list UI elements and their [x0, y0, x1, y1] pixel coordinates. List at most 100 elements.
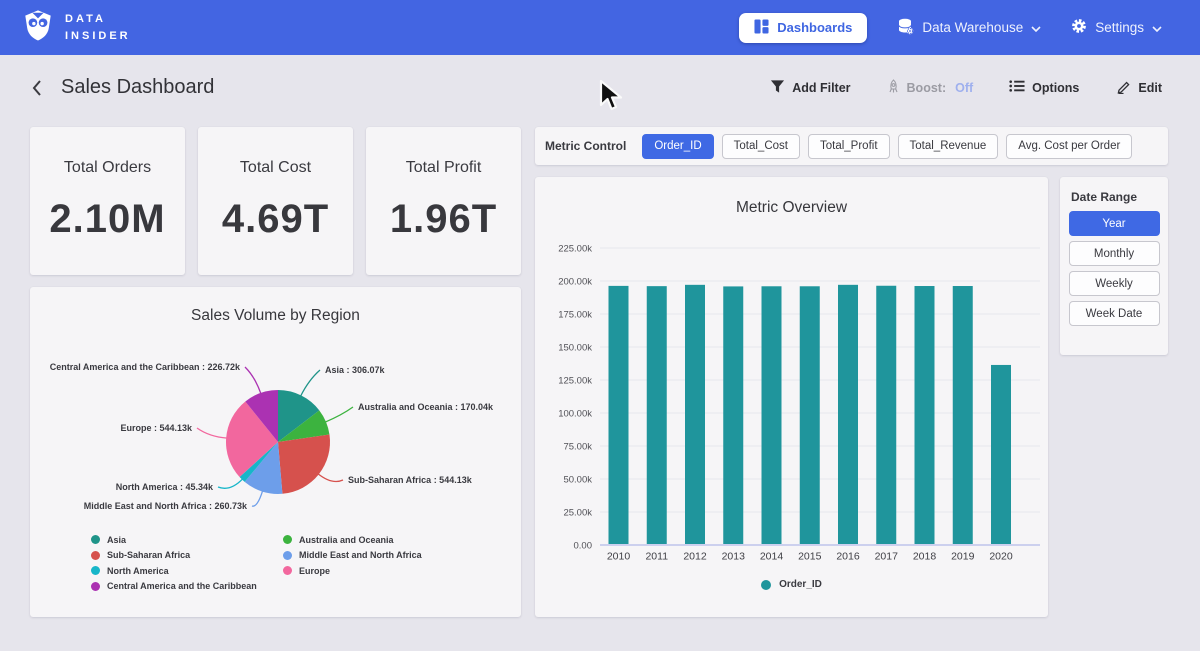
bar-2018[interactable] — [915, 286, 935, 545]
pie-legend-item-middle-east-and-north-africa[interactable]: Middle East and North Africa — [283, 548, 422, 564]
pie-slice-label: Sub-Saharan Africa : 544.13k — [348, 475, 473, 485]
page-title: Sales Dashboard — [61, 76, 214, 99]
pie-legend-item-sub-saharan-africa[interactable]: Sub-Saharan Africa — [91, 548, 257, 564]
legend-dot — [283, 535, 292, 544]
chevron-down-icon — [1031, 20, 1041, 35]
metric-option-total-revenue[interactable]: Total_Revenue — [898, 134, 999, 159]
bar-2017[interactable] — [876, 286, 896, 545]
kpi-value: 1.96T — [366, 197, 521, 242]
y-axis-tick-label: 75.00k — [563, 442, 592, 453]
bar-2011[interactable] — [647, 286, 667, 545]
bar-2020[interactable] — [991, 365, 1011, 545]
chevron-down-icon — [1152, 20, 1162, 35]
y-axis-tick-label: 150.00k — [558, 343, 592, 354]
pie-leader-line — [318, 474, 343, 482]
legend-label: Order_ID — [779, 579, 822, 590]
pie-slice-label: Central America and the Caribbean : 226.… — [50, 362, 241, 372]
y-axis-tick-label: 225.00k — [558, 244, 592, 255]
bar-2012[interactable] — [685, 285, 705, 545]
metric-overview-chart-card: Metric Overview 0.0025.00k50.00k75.00k10… — [535, 177, 1048, 617]
bar-2015[interactable] — [800, 286, 820, 545]
bar-2013[interactable] — [723, 286, 743, 545]
legend-label: North America — [107, 566, 169, 576]
y-axis-tick-label: 100.00k — [558, 409, 592, 420]
metric-option-avg-cost-per-order[interactable]: Avg. Cost per Order — [1006, 134, 1132, 159]
pie-legend-item-europe[interactable]: Europe — [283, 563, 422, 579]
date-range-option-year[interactable]: Year — [1069, 211, 1160, 236]
nav-dashboards-button[interactable]: Dashboards — [739, 13, 867, 43]
pie-legend-column: Australia and Oceania Middle East and Nor… — [283, 532, 422, 579]
legend-label: Middle East and North Africa — [299, 550, 422, 560]
pie-slice-label: Europe : 544.13k — [120, 423, 193, 433]
back-button[interactable] — [28, 76, 46, 100]
x-axis-tick-label: 2016 — [836, 551, 860, 563]
pencil-icon — [1115, 78, 1131, 97]
date-range-option-week-date[interactable]: Week Date — [1069, 301, 1160, 326]
pie-legend-item-australia-and-oceania[interactable]: Australia and Oceania — [283, 532, 422, 548]
gear-icon — [1071, 18, 1087, 37]
bar-chart-plot[interactable]: 0.0025.00k50.00k75.00k100.00k125.00k150.… — [535, 177, 1048, 617]
x-axis-tick-label: 2013 — [722, 551, 746, 563]
pie-legend-item-asia[interactable]: Asia — [91, 532, 257, 548]
bar-2014[interactable] — [762, 286, 782, 545]
y-axis-tick-label: 25.00k — [563, 508, 592, 519]
boost-toggle[interactable]: Boost: Off — [881, 78, 980, 98]
metric-option-order-id[interactable]: Order_ID — [642, 134, 713, 159]
legend-dot — [283, 551, 292, 560]
y-axis-tick-label: 50.00k — [563, 475, 592, 486]
kpi-value: 4.69T — [198, 197, 353, 242]
pie-legend-item-north-america[interactable]: North America — [91, 563, 257, 579]
chevron-left-icon — [30, 78, 44, 98]
metric-control-label: Metric Control — [545, 139, 626, 153]
metric-option-total-cost[interactable]: Total_Cost — [722, 134, 800, 159]
date-range-button-group: Year Monthly Weekly Week Date — [1060, 211, 1168, 326]
pie-slice-label: Australia and Oceania : 170.04k — [358, 402, 494, 412]
x-axis-tick-label: 2012 — [683, 551, 707, 563]
y-axis-tick-label: 125.00k — [558, 376, 592, 387]
bar-2010[interactable] — [609, 286, 629, 545]
pie-slice-label: Asia : 306.07k — [325, 365, 386, 375]
metric-control-bar: Metric Control Order_ID Total_Cost Total_P… — [535, 127, 1168, 165]
brand-logo[interactable]: DATA INSIDER — [22, 9, 131, 46]
pie-slice-label: Middle East and North Africa : 260.73k — [84, 501, 248, 511]
bar-chart-legend-item[interactable]: Order_ID — [535, 579, 1048, 590]
pie-slice-sub-saharan-africa[interactable] — [278, 435, 330, 494]
top-navbar: DATA INSIDER Dashboards — [0, 0, 1200, 55]
legend-dot — [91, 535, 100, 544]
kpi-label: Total Orders — [30, 159, 185, 177]
bar-2016[interactable] — [838, 285, 858, 545]
x-axis-tick-label: 2014 — [760, 551, 784, 563]
pie-leader-line — [245, 367, 261, 394]
legend-dot — [91, 566, 100, 575]
y-axis-tick-label: 175.00k — [558, 310, 592, 321]
pie-leader-line — [325, 407, 353, 422]
nav-data-warehouse[interactable]: Data Warehouse — [897, 18, 1041, 38]
filter-funnel-icon — [770, 79, 785, 97]
dashboards-grid-icon — [754, 19, 769, 37]
date-range-label: Date Range — [1071, 190, 1168, 204]
owl-logo-icon — [22, 9, 54, 46]
pie-leader-line — [301, 370, 320, 396]
kpi-card-total-orders: Total Orders 2.10M — [30, 127, 185, 275]
x-axis-tick-label: 2018 — [913, 551, 937, 563]
metric-option-total-profit[interactable]: Total_Profit — [808, 134, 890, 159]
pie-legend-item-central-america-and-the-caribbean[interactable]: Central America and the Caribbean — [91, 579, 257, 595]
legend-label: Europe — [299, 566, 330, 576]
options-button[interactable]: Options — [1003, 78, 1085, 97]
kpi-value: 2.10M — [30, 197, 185, 242]
x-axis-tick-label: 2015 — [798, 551, 822, 563]
pie-leader-line — [197, 428, 227, 438]
list-options-icon — [1009, 79, 1025, 96]
legend-label: Central America and the Caribbean — [107, 581, 257, 591]
date-range-option-weekly[interactable]: Weekly — [1069, 271, 1160, 296]
date-range-option-monthly[interactable]: Monthly — [1069, 241, 1160, 266]
edit-button[interactable]: Edit — [1109, 77, 1168, 98]
bar-2019[interactable] — [953, 286, 973, 545]
add-filter-button[interactable]: Add Filter — [764, 78, 856, 98]
nav-settings[interactable]: Settings — [1071, 18, 1162, 37]
legend-label: Asia — [107, 535, 126, 545]
sales-dashboard-app: DATA INSIDER Dashboards — [0, 0, 1200, 651]
legend-label: Sub-Saharan Africa — [107, 550, 190, 560]
pie-legend-column: Asia Sub-Saharan Africa North America Centr… — [91, 532, 257, 594]
pie-leader-line — [252, 491, 263, 507]
